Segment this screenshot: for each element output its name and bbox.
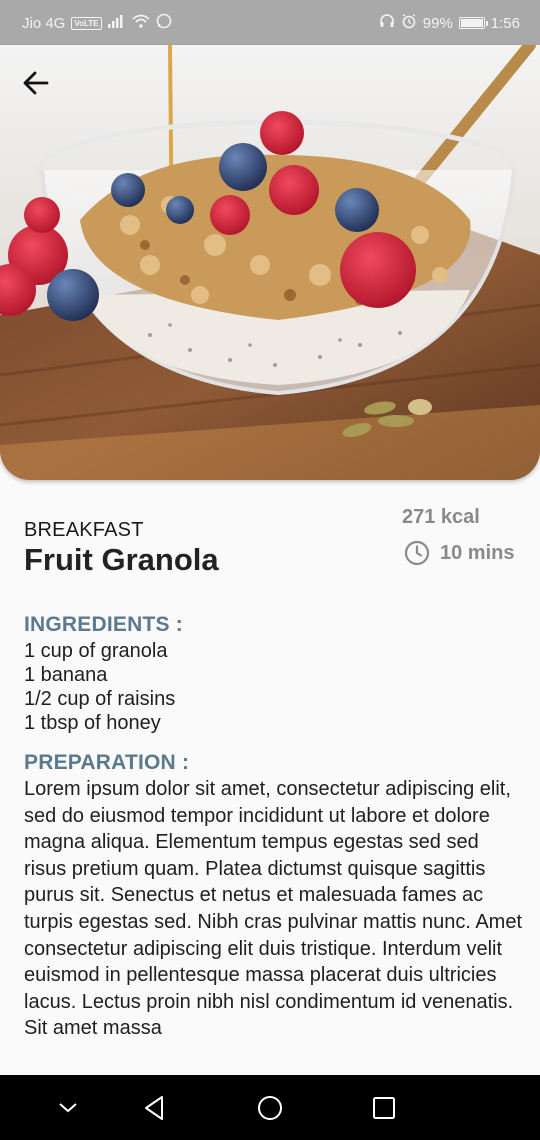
nav-hide-button[interactable] — [53, 1093, 83, 1123]
circle-home-icon — [258, 1096, 282, 1120]
preparation-text: Lorem ipsum dolor sit amet, consectetur … — [24, 778, 523, 1040]
fruit-granola-photo — [0, 45, 540, 480]
whatsapp-icon — [156, 13, 172, 33]
recipe-category: BREAKFAST — [24, 519, 144, 541]
battery-fill — [460, 19, 483, 27]
clock-time: 1:56 — [490, 14, 520, 32]
nav-home-button[interactable] — [255, 1093, 285, 1123]
triangle-back-icon — [145, 1096, 163, 1120]
square-recents-icon — [373, 1097, 395, 1119]
system-nav-bar — [0, 1075, 540, 1140]
back-button[interactable] — [18, 65, 54, 101]
ingredient-item: 1 tbsp of honey — [24, 712, 161, 734]
chevron-down-icon — [59, 1103, 77, 1113]
duration-row: 10 mins — [404, 540, 514, 566]
preparation-heading: PREPARATION : — [24, 751, 190, 774]
nav-recents-button[interactable] — [369, 1093, 399, 1123]
status-bar: Jio 4G VoLTE 99% 1:56 — [0, 0, 540, 45]
volte-badge: VoLTE — [71, 16, 102, 30]
battery-icon — [458, 17, 488, 29]
signal-icon — [107, 14, 126, 32]
ingredients-heading: INGREDIENTS : — [24, 613, 183, 636]
nav-back-button[interactable] — [139, 1093, 169, 1123]
duration-label: 10 mins — [440, 541, 515, 564]
wifi-icon — [131, 14, 150, 32]
ingredient-item: 1/2 cup of raisins — [24, 688, 176, 710]
calories-label: 271 kcal — [402, 506, 480, 528]
status-right: 99% 1:56 — [379, 13, 520, 33]
carrier-label: Jio 4G — [22, 14, 66, 32]
alarm-icon — [401, 13, 417, 33]
ingredient-item: 1 cup of granola — [24, 640, 168, 662]
arrow-back-icon — [23, 71, 49, 95]
status-left: Jio 4G VoLTE — [22, 13, 172, 33]
headset-icon — [379, 13, 395, 33]
recipe-title: Fruit Granola — [24, 542, 219, 577]
ingredient-item: 1 banana — [24, 664, 108, 686]
ingredients-list: 1 cup of granola 1 banana 1/2 cup of rai… — [24, 639, 175, 735]
recipe-hero-image — [0, 45, 540, 480]
clock-icon — [404, 540, 430, 566]
battery-percent: 99% — [422, 14, 453, 32]
